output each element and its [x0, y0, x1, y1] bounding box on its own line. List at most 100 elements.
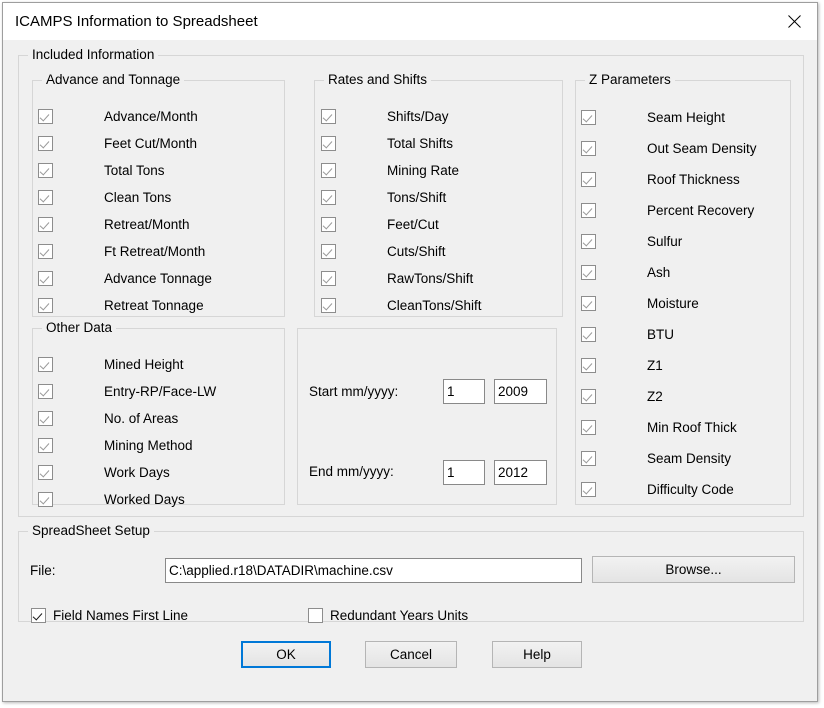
checkbox-label: Z2 — [647, 389, 663, 404]
close-button[interactable] — [771, 3, 817, 39]
ok-button[interactable]: OK — [241, 641, 331, 668]
checkbox-out-seam-density[interactable]: Out Seam Density — [581, 137, 757, 159]
other-data-legend: Other Data — [42, 320, 116, 335]
checkbox-label: Retreat/Month — [104, 217, 190, 232]
checkbox-label: Shifts/Day — [387, 109, 449, 124]
start-month-input[interactable] — [443, 379, 485, 404]
checkbox-label: Advance Tonnage — [104, 271, 212, 286]
cancel-button-label: Cancel — [390, 647, 432, 662]
checkbox-field-names-first-line[interactable]: Field Names First Line — [31, 604, 188, 626]
checkbox-box — [581, 172, 596, 187]
spreadsheet-setup-legend: SpreadSheet Setup — [28, 523, 154, 538]
checkbox-label: Mining Rate — [387, 163, 459, 178]
checkbox-box — [38, 109, 53, 124]
checkbox-cleantons-shift[interactable]: CleanTons/Shift — [321, 294, 482, 316]
checkbox-advance-month[interactable]: Advance/Month — [38, 105, 198, 127]
help-button[interactable]: Help — [492, 641, 582, 668]
checkbox-label: Clean Tons — [104, 190, 171, 205]
checkbox-box — [581, 358, 596, 373]
checkbox-box — [38, 244, 53, 259]
checkbox-z2[interactable]: Z2 — [581, 385, 663, 407]
checkbox-label: Field Names First Line — [53, 608, 188, 623]
checkbox-box — [581, 327, 596, 342]
checkbox-total-tons[interactable]: Total Tons — [38, 159, 165, 181]
checkbox-label: Advance/Month — [104, 109, 198, 124]
checkbox-no-of-areas[interactable]: No. of Areas — [38, 407, 178, 429]
checkbox-label: Sulfur — [647, 234, 682, 249]
end-year-input[interactable] — [494, 460, 547, 485]
checkbox-entry-rp-face-lw[interactable]: Entry-RP/Face-LW — [38, 380, 216, 402]
checkbox-total-shifts[interactable]: Total Shifts — [321, 132, 453, 154]
checkbox-rawtons-shift[interactable]: RawTons/Shift — [321, 267, 473, 289]
checkbox-label: Min Roof Thick — [647, 420, 737, 435]
checkbox-label: Ash — [647, 265, 670, 280]
checkbox-ft-retreat-month[interactable]: Ft Retreat/Month — [38, 240, 205, 262]
checkbox-tons-shift[interactable]: Tons/Shift — [321, 186, 446, 208]
screenshot-root: ICAMPS Information to Spreadsheet Includ… — [0, 0, 824, 708]
checkbox-moisture[interactable]: Moisture — [581, 292, 699, 314]
checkbox-box — [581, 141, 596, 156]
checkbox-feet-cut-month[interactable]: Feet Cut/Month — [38, 132, 197, 154]
checkbox-label: Mined Height — [104, 357, 184, 372]
checkbox-box — [581, 203, 596, 218]
checkbox-box — [581, 389, 596, 404]
checkbox-label: Ft Retreat/Month — [104, 244, 205, 259]
checkbox-roof-thickness[interactable]: Roof Thickness — [581, 168, 740, 190]
checkbox-min-roof-thick[interactable]: Min Roof Thick — [581, 416, 737, 438]
checkbox-worked-days[interactable]: Worked Days — [38, 488, 185, 510]
checkbox-box — [38, 465, 53, 480]
checkbox-retreat-month[interactable]: Retreat/Month — [38, 213, 190, 235]
checkbox-redundant-years-units[interactable]: Redundant Years Units — [308, 604, 468, 626]
checkbox-box — [38, 217, 53, 232]
checkbox-cuts-shift[interactable]: Cuts/Shift — [321, 240, 446, 262]
checkbox-label: Total Tons — [104, 163, 165, 178]
checkbox-box — [38, 190, 53, 205]
checkbox-box — [38, 271, 53, 286]
file-label: File: — [30, 563, 56, 578]
checkbox-retreat-tonnage[interactable]: Retreat Tonnage — [38, 294, 204, 316]
checkbox-feet-cut[interactable]: Feet/Cut — [321, 213, 439, 235]
checkbox-box — [31, 608, 46, 623]
checkbox-work-days[interactable]: Work Days — [38, 461, 170, 483]
checkbox-label: Tons/Shift — [387, 190, 446, 205]
checkbox-box — [321, 109, 336, 124]
checkbox-box — [581, 482, 596, 497]
checkbox-box — [321, 217, 336, 232]
checkbox-shifts-day[interactable]: Shifts/Day — [321, 105, 449, 127]
checkbox-box — [38, 357, 53, 372]
checkbox-advance-tonnage[interactable]: Advance Tonnage — [38, 267, 212, 289]
checkbox-clean-tons[interactable]: Clean Tons — [38, 186, 171, 208]
checkbox-btu[interactable]: BTU — [581, 323, 674, 345]
checkbox-mined-height[interactable]: Mined Height — [38, 353, 184, 375]
checkbox-label: Difficulty Code — [647, 482, 734, 497]
close-icon — [788, 15, 801, 28]
end-date-label: End mm/yyyy: — [309, 464, 394, 479]
checkbox-z1[interactable]: Z1 — [581, 354, 663, 376]
browse-button[interactable]: Browse... — [592, 556, 795, 583]
checkbox-box — [321, 163, 336, 178]
cancel-button[interactable]: Cancel — [365, 641, 457, 668]
checkbox-label: Moisture — [647, 296, 699, 311]
checkbox-box — [38, 438, 53, 453]
checkbox-box — [581, 451, 596, 466]
checkbox-sulfur[interactable]: Sulfur — [581, 230, 682, 252]
file-path-input[interactable] — [165, 558, 582, 583]
checkbox-mining-method[interactable]: Mining Method — [38, 434, 193, 456]
checkbox-seam-density[interactable]: Seam Density — [581, 447, 731, 469]
checkbox-box — [38, 163, 53, 178]
checkbox-box — [38, 492, 53, 507]
checkbox-ash[interactable]: Ash — [581, 261, 670, 283]
checkbox-box — [581, 110, 596, 125]
start-date-label: Start mm/yyyy: — [309, 384, 398, 399]
checkbox-mining-rate[interactable]: Mining Rate — [321, 159, 459, 181]
checkbox-box — [38, 411, 53, 426]
checkbox-label: Feet/Cut — [387, 217, 439, 232]
checkbox-label: Retreat Tonnage — [104, 298, 204, 313]
checkbox-box — [581, 420, 596, 435]
checkbox-difficulty-code[interactable]: Difficulty Code — [581, 478, 734, 500]
end-month-input[interactable] — [443, 460, 485, 485]
checkbox-seam-height[interactable]: Seam Height — [581, 106, 725, 128]
checkbox-box — [321, 298, 336, 313]
checkbox-percent-recovery[interactable]: Percent Recovery — [581, 199, 754, 221]
start-year-input[interactable] — [494, 379, 547, 404]
